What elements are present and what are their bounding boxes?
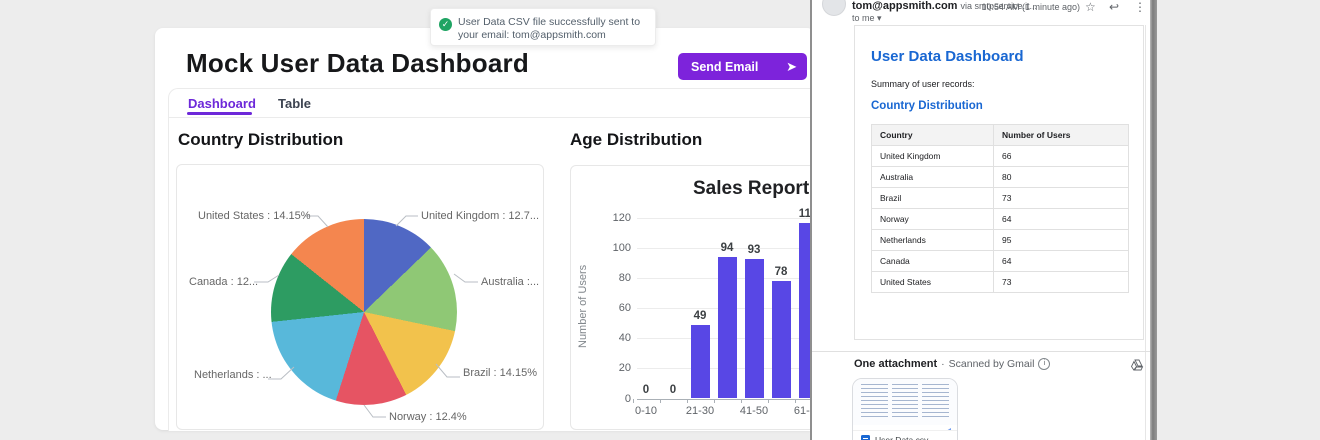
attachment-summary: One attachment · Scanned by Gmail i [854,358,1051,370]
active-tab-indicator [187,112,252,115]
bar-chart-title: Sales Report [693,178,810,199]
scanned-label: Scanned by Gmail [948,358,1035,370]
pie-callout-lines [254,215,478,418]
x-axis-tick [740,398,742,403]
attachment-count: One attachment [854,358,938,370]
table-row: Netherlands 95 [871,229,1129,251]
email-heading: User Data Dashboard [871,48,1024,65]
y-tick-label: 0 [624,392,631,405]
table-row: Brazil 73 [871,187,1129,209]
csv-preview-thumbnail [853,379,957,425]
bar-chart-y-axis-label: Number of Users [577,264,589,348]
star-icon[interactable]: ☆ [1085,0,1096,14]
country-pie-chart: United Kingdom : 12.7... Australia :... … [176,164,544,430]
tab-table[interactable]: Table [278,96,311,111]
y-tick-label: 100 [612,242,631,255]
x-axis-tick [686,398,688,403]
more-options-icon[interactable]: ⋮ [1134,0,1146,14]
bar-value-label: 93 [747,243,761,256]
email-subheading: Country Distribution [871,100,983,112]
tab-dashboard[interactable]: Dashboard [188,96,256,111]
table-header-row: Country Number of Users [871,124,1129,146]
send-icon: ➤ [786,59,797,74]
add-to-drive-icon[interactable] [1130,358,1144,372]
info-icon[interactable]: i [1038,358,1051,370]
x-axis-tick [659,398,661,403]
email-timestamp: 10:54 AM (1 minute ago) [981,2,1080,12]
pie-label-united-states: United States : 14.15% [198,210,311,222]
bar [717,257,737,399]
to-me-dropdown[interactable]: to me ▾ [852,13,882,24]
screen: Mock User Data Dashboard Send Email ➤ ✓ … [0,0,1320,440]
x-tick-label: 41-50 [739,404,769,417]
x-axis-tick [794,398,796,403]
email-scrollbar-track [1145,25,1146,440]
email-table-body: United Kingdom 66 Australia 80 Brazil 73 Norwa… [871,145,1129,293]
y-tick-label: 80 [618,272,631,285]
bar-value-label: 78 [774,266,788,279]
bar-value-label: 0 [642,383,650,396]
email-summary: Summary of user records: [871,79,975,89]
send-email-button[interactable]: Send Email ➤ [678,53,807,80]
col-number-of-users: Number of Users [993,124,1129,146]
age-bar-chart: Sales Report Number of Users 0 20 40 60 80 10… [570,165,828,430]
send-email-label: Send Email [691,59,759,74]
x-axis-tick [713,398,715,403]
bar-value-label: 0 [669,383,677,396]
y-tick-label: 40 [618,332,631,345]
bar-value-label: 94 [720,242,734,255]
x-axis-tick [767,398,769,403]
email-body: User Data Dashboard Summary of user reco… [854,25,1144,340]
pie-label-united-kingdom: United Kingdom : 12.7... [421,210,540,222]
reply-icon[interactable]: ↩ [1109,0,1119,14]
bar [771,281,791,399]
attachment-card[interactable]: User Data.csv [852,378,958,440]
attachment-divider [812,351,1150,352]
tabs-divider [168,117,810,118]
country-distribution-heading: Country Distribution [178,130,344,149]
pie-label-canada: Canada : 12... [189,276,259,288]
y-tick-label: 120 [612,212,631,225]
x-tick-label: 21-30 [685,404,715,417]
x-axis-tick [632,398,634,403]
page-title: Mock User Data Dashboard [186,48,529,78]
table-row: United States 73 [871,271,1129,293]
age-distribution-heading: Age Distribution [570,130,703,149]
success-check-icon: ✓ [439,18,452,31]
table-row: Australia 80 [871,166,1129,188]
pie-label-brazil: Brazil : 14.15% [463,367,537,379]
attachment-footer: User Data.csv [853,430,957,440]
toast-message: User Data CSV file successfully sent to y… [458,16,641,41]
bar [744,258,764,399]
bar [690,324,710,399]
window-edge [1150,0,1157,440]
pie-label-australia: Australia :... [481,276,540,288]
email-window: tom@appsmith.com via smtpservice.it... 1… [810,0,1150,440]
bar-value-label: 49 [693,309,707,322]
table-row: Canada 64 [871,250,1129,272]
pie-label-netherlands: Netherlands : ... [194,369,272,381]
col-country: Country [871,124,994,146]
attachment-filename: User Data.csv [875,435,929,440]
x-tick-label: 0-10 [634,404,658,417]
csv-file-icon [861,434,870,440]
table-row: United Kingdom 66 [871,145,1129,167]
y-tick-label: 60 [618,302,631,315]
toast-notification: ✓ User Data CSV file successfully sent t… [430,8,656,46]
table-row: Norway 64 [871,208,1129,230]
country-table: Country Number of Users United Kingdom 66… [871,124,1129,293]
sender-avatar [822,0,846,16]
y-tick-label: 20 [618,362,631,375]
pie-label-norway: Norway : 12.4% [389,411,467,423]
